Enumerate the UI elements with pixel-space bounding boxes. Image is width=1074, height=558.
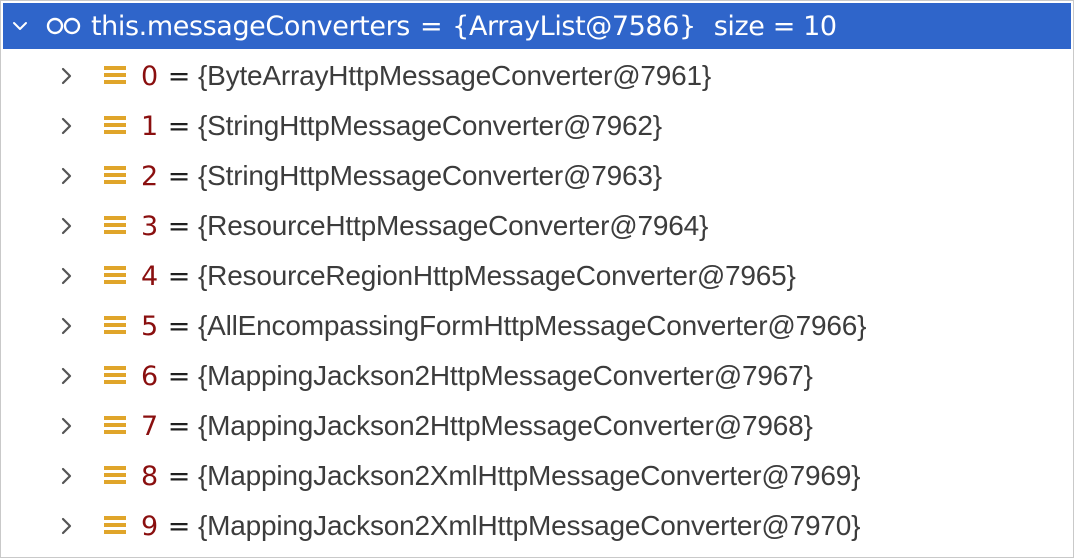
child-equals: = <box>167 260 191 292</box>
child-index: 1 <box>141 110 158 142</box>
child-equals: = <box>167 360 191 392</box>
chevron-right-icon[interactable] <box>57 365 75 387</box>
tree-node-child-8[interactable]: 8 = {MappingJackson2XmlHttpMessageConver… <box>1 451 1074 501</box>
tree-node-child-7[interactable]: 7 = {MappingJackson2HttpMessageConverter… <box>1 401 1074 451</box>
tree-node-child-2[interactable]: 2 = {StringHttpMessageConverter@7963} <box>1 151 1074 201</box>
field-icon <box>103 414 127 438</box>
chevron-right-icon[interactable] <box>57 115 75 137</box>
chevron-right-icon[interactable] <box>57 265 75 287</box>
root-equals: = <box>419 10 443 42</box>
field-icon <box>103 464 127 488</box>
child-equals: = <box>167 460 191 492</box>
root-size: size = 10 <box>713 10 837 42</box>
root-variable-value: {ArrayList@7586} <box>452 10 696 42</box>
child-equals: = <box>167 210 191 242</box>
field-icon <box>103 164 127 188</box>
field-icon <box>103 364 127 388</box>
field-icon <box>103 314 127 338</box>
chevron-right-icon[interactable] <box>57 215 75 237</box>
tree-node-message-converters[interactable]: this.messageConverters = {ArrayList@7586… <box>3 3 1071 49</box>
child-equals: = <box>167 160 191 192</box>
child-equals: = <box>167 410 191 442</box>
child-index: 4 <box>141 260 158 292</box>
child-value: {AllEncompassingFormHttpMessageConverter… <box>198 310 867 341</box>
child-value: {ByteArrayHttpMessageConverter@7961} <box>198 60 712 91</box>
tree-node-child-5[interactable]: 5 = {AllEncompassingFormHttpMessageConve… <box>1 301 1074 351</box>
field-icon <box>103 64 127 88</box>
child-index: 5 <box>141 310 158 342</box>
child-value: {MappingJackson2XmlHttpMessageConverter@… <box>198 460 861 491</box>
tree-node-child-6[interactable]: 6 = {MappingJackson2HttpMessageConverter… <box>1 351 1074 401</box>
child-value: {MappingJackson2HttpMessageConverter@796… <box>198 410 813 441</box>
chevron-right-icon[interactable] <box>57 465 75 487</box>
child-index: 6 <box>141 360 158 392</box>
tree-node-child-3[interactable]: 3 = {ResourceHttpMessageConverter@7964} <box>1 201 1074 251</box>
child-value: {ResourceHttpMessageConverter@7964} <box>198 210 709 241</box>
child-value: {MappingJackson2HttpMessageConverter@796… <box>198 360 813 391</box>
child-value: {MappingJackson2XmlHttpMessageConverter@… <box>198 510 861 541</box>
children-list: 0 = {ByteArrayHttpMessageConverter@7961}… <box>1 51 1074 551</box>
child-equals: = <box>167 310 191 342</box>
tree-node-child-1[interactable]: 1 = {StringHttpMessageConverter@7962} <box>1 101 1074 151</box>
child-index: 3 <box>141 210 158 242</box>
chevron-right-icon[interactable] <box>57 515 75 537</box>
chevron-right-icon[interactable] <box>57 415 75 437</box>
child-index: 9 <box>141 510 158 542</box>
chevron-right-icon[interactable] <box>57 315 75 337</box>
chevron-right-icon[interactable] <box>57 65 75 87</box>
child-equals: = <box>167 510 191 542</box>
child-index: 2 <box>141 160 158 192</box>
watch-icon <box>45 16 83 36</box>
child-index: 8 <box>141 460 158 492</box>
tree-node-child-0[interactable]: 0 = {ByteArrayHttpMessageConverter@7961} <box>1 51 1074 101</box>
child-index: 7 <box>141 410 158 442</box>
child-value: {StringHttpMessageConverter@7963} <box>198 160 662 191</box>
child-index: 0 <box>141 60 158 92</box>
field-icon <box>103 214 127 238</box>
tree-node-child-9[interactable]: 9 = {MappingJackson2XmlHttpMessageConver… <box>1 501 1074 551</box>
child-equals: = <box>167 60 191 92</box>
chevron-down-icon[interactable] <box>11 17 29 35</box>
chevron-right-icon[interactable] <box>57 165 75 187</box>
debugger-variables-tree[interactable]: this.messageConverters = {ArrayList@7586… <box>0 0 1074 558</box>
field-icon <box>103 114 127 138</box>
child-equals: = <box>167 110 191 142</box>
tree-node-child-4[interactable]: 4 = {ResourceRegionHttpMessageConverter@… <box>1 251 1074 301</box>
field-icon <box>103 514 127 538</box>
child-value: {StringHttpMessageConverter@7962} <box>198 110 662 141</box>
field-icon <box>103 264 127 288</box>
root-variable-name: this.messageConverters <box>91 10 410 42</box>
child-value: {ResourceRegionHttpMessageConverter@7965… <box>198 260 796 291</box>
